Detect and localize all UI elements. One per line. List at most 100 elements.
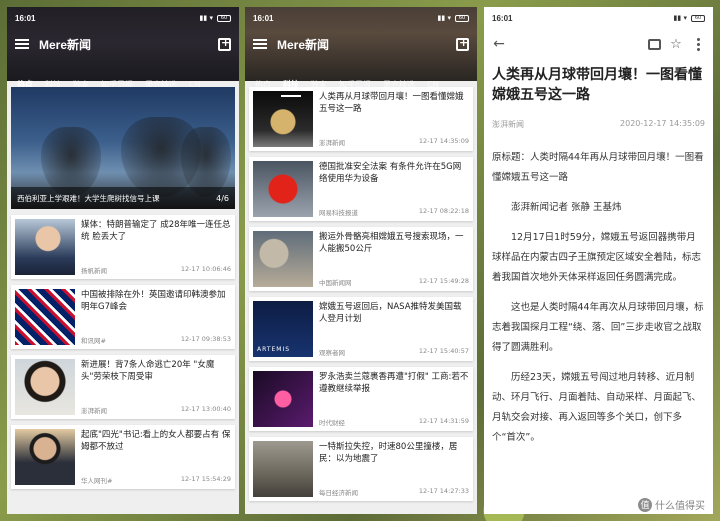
- more-options-icon[interactable]: [691, 37, 705, 51]
- article-body: 原标题：人类时隔44年再从月球带回月壤！一图看懂嫦娥五号这一路 澎湃新闻记者 张…: [492, 148, 705, 448]
- news-thumbnail: [15, 359, 75, 415]
- news-source: 华人网刊#: [81, 477, 113, 485]
- news-thumbnail: ARTEMIS: [253, 301, 313, 357]
- news-source: 扬帆新闻: [81, 267, 107, 275]
- news-title: 新进展！背7条人命逃亡20年 "女魔头"劳荣枝下周受审: [81, 360, 215, 382]
- news-time: 12-17 15:49:28: [418, 277, 469, 285]
- tab-cn[interactable]: CN: [421, 73, 445, 97]
- news-card[interactable]: 起底"四光"书记:看上的女人都要占有 保姆都不放过 华人网刊# 12-17 15:…: [11, 425, 235, 489]
- news-title: 德国批准安全法案 有条件允许在5G网络使用华为设备: [319, 162, 462, 184]
- news-title: 罗永浩卖兰蔻裹香再遭"打假" 工商:若不遵教继续举报: [319, 372, 469, 394]
- star-icon[interactable]: ☆: [669, 37, 683, 52]
- news-source: 和讯网#: [81, 337, 106, 345]
- battery-icon: 60: [691, 14, 705, 22]
- news-card[interactable]: 中国被排除在外！英国邀请印韩澳参加明年G7峰会 和讯网# 12-17 09:38:…: [11, 285, 235, 349]
- news-thumbnail: [253, 441, 313, 497]
- news-source: 澎湃新闻: [319, 139, 345, 147]
- tab-tech[interactable]: 科技: [277, 73, 305, 97]
- signal-icon: ▮▮ ▾: [437, 14, 451, 22]
- watermark-text: 什么值得买: [655, 501, 705, 512]
- news-title: 中国被排除在外！英国邀请印韩澳参加明年G7峰会: [81, 290, 226, 312]
- tab-zhihu-daily[interactable]: 知乎日报: [333, 73, 377, 97]
- signal-icon: ▮▮ ▾: [673, 14, 687, 22]
- news-time: 12-17 14:35:09: [418, 137, 469, 145]
- tab-guokr[interactable]: 果壳精选: [377, 73, 421, 97]
- article-meta: 澎湃新闻 2020-12-17 14:35:09: [492, 119, 705, 130]
- news-thumbnail: [15, 289, 75, 345]
- app-title: Mere新闻: [277, 37, 330, 52]
- hero-caption: 西伯利亚上学艰难！大学生爬树找信号上课 4/6: [11, 187, 235, 209]
- menu-icon[interactable]: [253, 39, 267, 49]
- top-app-bar: 16:01 ▮▮ ▾ 60 Mere新闻 热点 科技 独家 知乎日报 果壳精选 …: [7, 7, 239, 97]
- news-time: 12-17 13:00:40: [180, 405, 231, 413]
- news-source: 中国新闻网: [319, 279, 352, 287]
- article-paragraph: 12月17日1时59分，嫦娥五号返回器携带月球样品在内蒙古四子王旗预定区域安全着…: [492, 232, 702, 283]
- news-source: 澎湃新闻: [81, 407, 107, 415]
- thumbnail-caption: ARTEMIS: [257, 346, 291, 353]
- news-title: 起底"四光"书记:看上的女人都要占有 保姆都不放过: [81, 430, 231, 452]
- status-time: 16:01: [492, 13, 513, 23]
- news-title: 搬运外骨骼亮相嫦娥五号搜索现场，一人能搬50公斤: [319, 232, 464, 254]
- battery-icon: 60: [217, 14, 231, 22]
- watermark: 值 什么值得买: [638, 497, 705, 512]
- status-time: 16:01: [15, 13, 36, 23]
- add-channel-icon[interactable]: [456, 36, 469, 51]
- news-source: 每日经济新闻: [319, 489, 358, 497]
- news-card[interactable]: 媒体：特朗普输定了 成28年唯一连任总统 脸丢大了 扬帆新闻 12-17 10:0…: [11, 215, 235, 279]
- tab-hot[interactable]: 热点: [249, 73, 277, 97]
- news-thumbnail: [253, 371, 313, 427]
- article-toolbar: ← ☆: [484, 29, 713, 59]
- news-source: 网易科技报道: [319, 209, 358, 217]
- battery-icon: 60: [455, 14, 469, 22]
- article-paragraph: 历经23天，嫦娥五号闯过地月转移、近月制动、环月飞行、月面着陆、自动采样、月面起…: [492, 372, 702, 443]
- phone-screen-article: 16:01 ▮▮ ▾ 60 ← ☆ 人类再从月球带回月壤！一图看懂嫦娥五号这一路…: [484, 7, 713, 514]
- comment-icon[interactable]: [647, 37, 661, 51]
- news-card[interactable]: 搬运外骨骼亮相嫦娥五号搜索现场，一人能搬50公斤 中国新闻网 12-17 15:4…: [249, 227, 473, 291]
- category-tabs: 热点 科技 独家 知乎日报 果壳精选 CN: [245, 73, 477, 97]
- signal-icon: ▮▮ ▾: [199, 14, 213, 22]
- hero-carousel[interactable]: 西伯利亚上学艰难！大学生爬树找信号上课 4/6: [11, 87, 235, 209]
- app-title: Mere新闻: [39, 37, 92, 52]
- news-thumbnail: [253, 91, 313, 147]
- news-card[interactable]: 德国批准安全法案 有条件允许在5G网络使用华为设备 网易科技报道 12-17 08…: [249, 157, 473, 221]
- news-title: 一特斯拉失控，时速80公里撞楼，居民：以为地震了: [319, 442, 458, 464]
- watermark-logo-icon: 值: [638, 497, 652, 512]
- add-channel-icon[interactable]: [218, 36, 231, 51]
- hero-pager: 4/6: [216, 193, 229, 203]
- news-time: 12-17 14:27:33: [418, 487, 469, 495]
- news-title: 嫦娥五号返回后，NASA推特发美国载人登月计划: [319, 302, 462, 324]
- back-arrow-icon[interactable]: ←: [492, 36, 506, 52]
- news-title: 媒体：特朗普输定了 成28年唯一连任总统 脸丢大了: [81, 220, 231, 242]
- status-time: 16:01: [253, 13, 274, 23]
- tab-exclusive[interactable]: 独家: [305, 73, 333, 97]
- status-bar: 16:01 ▮▮ ▾ 60: [7, 7, 239, 29]
- article-paragraph: 这也是人类时隔44年再次从月球带回月壤，标志着我国探月工程“绕、落、回”三步走收…: [492, 302, 704, 353]
- news-card[interactable]: 罗永浩卖兰蔻裹香再遭"打假" 工商:若不遵教继续举报 时代财经 12-17 14:…: [249, 367, 473, 431]
- news-source: 时代财经: [319, 419, 345, 427]
- news-thumbnail: [15, 429, 75, 485]
- menu-icon[interactable]: [15, 39, 29, 49]
- news-thumbnail: [253, 161, 313, 217]
- status-bar: 16:01 ▮▮ ▾ 60: [484, 7, 713, 29]
- article-paragraph: 原标题：人类时隔44年再从月球带回月壤！一图看懂嫦娥五号这一路: [492, 152, 704, 183]
- news-time: 12-17 15:40:57: [418, 347, 469, 355]
- news-time: 12-17 10:06:46: [180, 265, 231, 273]
- status-bar: 16:01 ▮▮ ▾ 60: [245, 7, 477, 29]
- news-time: 12-17 15:54:29: [180, 475, 231, 483]
- news-thumbnail: [15, 219, 75, 275]
- news-card[interactable]: 新进展！背7条人命逃亡20年 "女魔头"劳荣枝下周受审 澎湃新闻 12-17 13…: [11, 355, 235, 419]
- news-time: 12-17 09:38:53: [180, 335, 231, 343]
- article-source: 澎湃新闻: [492, 120, 524, 129]
- article-paragraph: 澎湃新闻记者 张静 王基炜: [511, 202, 622, 213]
- article-title: 人类再从月球带回月壤！一图看懂嫦娥五号这一路: [492, 67, 702, 103]
- news-thumbnail: [253, 231, 313, 287]
- article-time: 2020-12-17 14:35:09: [620, 119, 705, 128]
- phone-screen-tech: 16:01 ▮▮ ▾ 60 Mere新闻 热点 科技 独家 知乎日报 果壳精选 …: [245, 7, 477, 514]
- top-app-bar: 16:01 ▮▮ ▾ 60 Mere新闻 热点 科技 独家 知乎日报 果壳精选 …: [245, 7, 477, 97]
- news-source: 观察者网: [319, 349, 345, 357]
- news-time: 12-17 08:22:18: [418, 207, 469, 215]
- news-card[interactable]: 一特斯拉失控，时速80公里撞楼，居民：以为地震了 每日经济新闻 12-17 14:…: [249, 437, 473, 501]
- news-time: 12-17 14:31:59: [418, 417, 469, 425]
- phone-screen-hot: 16:01 ▮▮ ▾ 60 Mere新闻 热点 科技 独家 知乎日报 果壳精选 …: [7, 7, 239, 514]
- news-card[interactable]: ARTEMIS 嫦娥五号返回后，NASA推特发美国载人登月计划 观察者网 12-1…: [249, 297, 473, 361]
